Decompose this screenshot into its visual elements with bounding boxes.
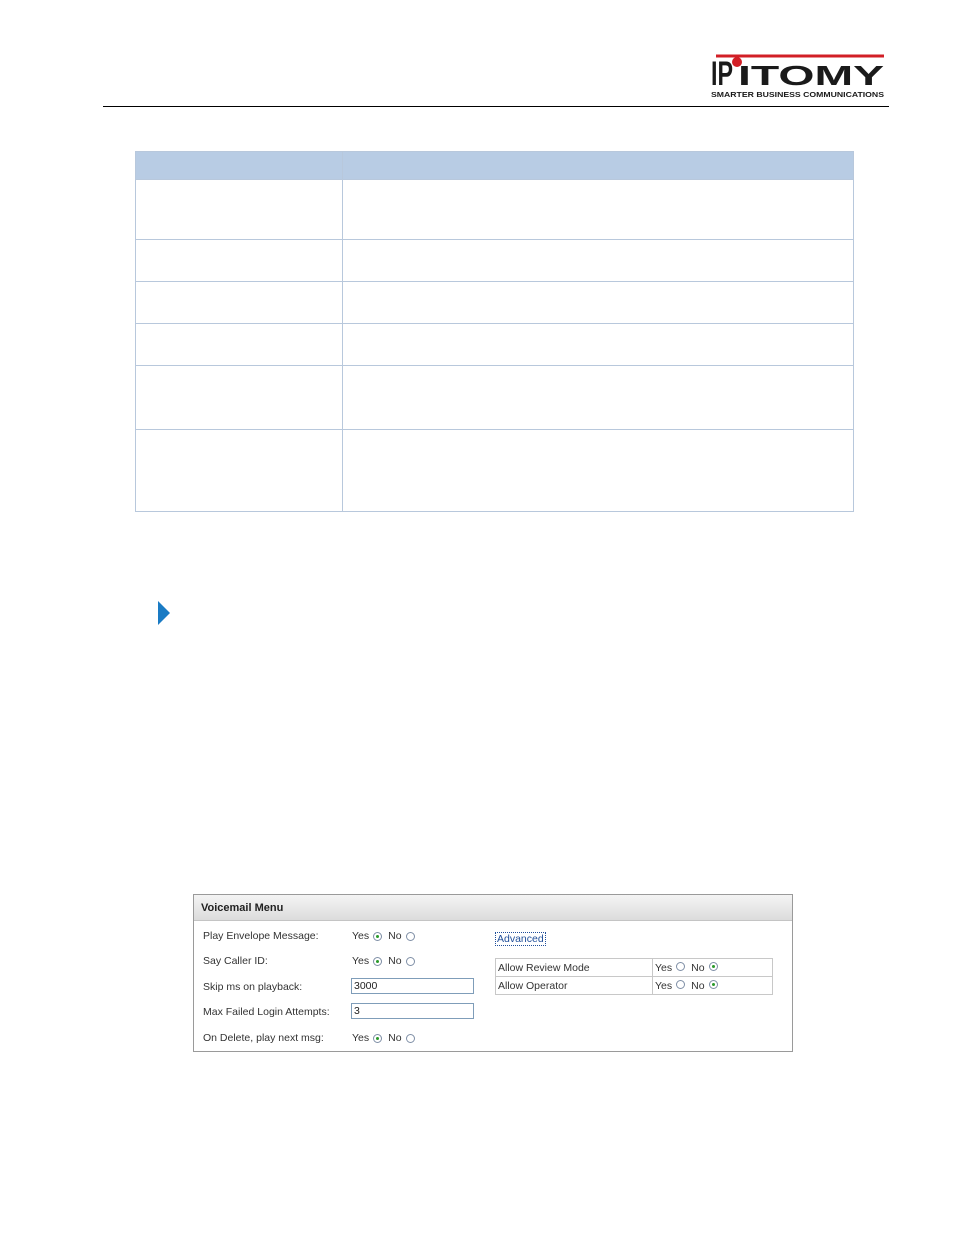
allow-operator-yes-radio[interactable]: [676, 979, 686, 989]
table-row: Allow Operator Yes No: [495, 976, 773, 995]
table-header-cell: [135, 151, 343, 180]
allow-review-mode-label: Allow Review Mode: [495, 958, 653, 977]
yes-label: Yes: [655, 961, 673, 974]
table-row: [135, 179, 854, 240]
yes-label: Yes: [352, 955, 370, 967]
table-row: [135, 365, 854, 430]
no-label: No: [691, 961, 705, 974]
on-delete-label: On Delete, play next msg:: [203, 1032, 324, 1044]
svg-text:ITOMY: ITOMY: [738, 60, 885, 91]
say-caller-id-yes-radio[interactable]: [373, 956, 383, 966]
table-row: [135, 239, 854, 282]
table-row: [135, 323, 854, 366]
play-envelope-options: Yes No: [352, 929, 421, 943]
play-envelope-no-radio[interactable]: [405, 931, 415, 941]
ipitomy-logo: IP ITOMY SMARTER BUSINESS COMMUNICATIONS: [708, 50, 886, 100]
skip-ms-input[interactable]: [351, 978, 474, 994]
on-delete-yes-radio[interactable]: [373, 1033, 383, 1043]
yes-label: Yes: [655, 979, 673, 992]
header-divider: [103, 106, 889, 107]
table-row: [135, 429, 854, 512]
table-row: [135, 281, 854, 324]
allow-operator-options: Yes No: [652, 976, 773, 995]
play-envelope-yes-radio[interactable]: [373, 931, 383, 941]
allow-review-mode-options: Yes No: [652, 958, 773, 977]
document-table: [135, 151, 854, 512]
advanced-options-table: Allow Review Mode Yes No Allow Operator Y…: [495, 958, 773, 995]
allow-operator-no-radio[interactable]: [708, 979, 718, 989]
no-label: No: [388, 1032, 402, 1044]
ipitomy-logo-graphic: IP ITOMY SMARTER BUSINESS COMMUNICATIONS: [711, 54, 885, 99]
say-caller-id-no-radio[interactable]: [405, 956, 415, 966]
no-label: No: [388, 930, 402, 942]
yes-label: Yes: [352, 930, 370, 942]
bullet-arrow-icon: [158, 601, 170, 625]
allow-review-mode-yes-radio[interactable]: [676, 961, 686, 971]
table-header-cell: [342, 151, 854, 180]
allow-operator-label: Allow Operator: [495, 976, 653, 995]
on-delete-no-radio[interactable]: [405, 1033, 415, 1043]
no-label: No: [388, 955, 402, 967]
say-caller-id-options: Yes No: [352, 954, 421, 968]
max-failed-login-label: Max Failed Login Attempts:: [203, 1006, 330, 1018]
allow-review-mode-no-radio[interactable]: [708, 961, 718, 971]
svg-text:SMARTER BUSINESS COMMUNICATION: SMARTER BUSINESS COMMUNICATIONS: [711, 90, 884, 99]
max-failed-login-input[interactable]: [351, 1003, 474, 1019]
on-delete-options: Yes No: [352, 1031, 421, 1045]
voicemail-menu-title: Voicemail Menu: [194, 895, 792, 921]
play-envelope-label: Play Envelope Message:: [203, 930, 319, 942]
no-label: No: [691, 979, 705, 992]
voicemail-menu-panel: Voicemail Menu Play Envelope Message: Ye…: [193, 894, 793, 1052]
advanced-link[interactable]: Advanced: [495, 932, 546, 946]
skip-ms-label: Skip ms on playback:: [203, 981, 303, 993]
table-row: Allow Review Mode Yes No: [495, 958, 773, 977]
table-header-row: [135, 151, 854, 180]
svg-text:IP: IP: [711, 55, 733, 93]
say-caller-id-label: Say Caller ID:: [203, 955, 268, 967]
yes-label: Yes: [352, 1032, 370, 1044]
